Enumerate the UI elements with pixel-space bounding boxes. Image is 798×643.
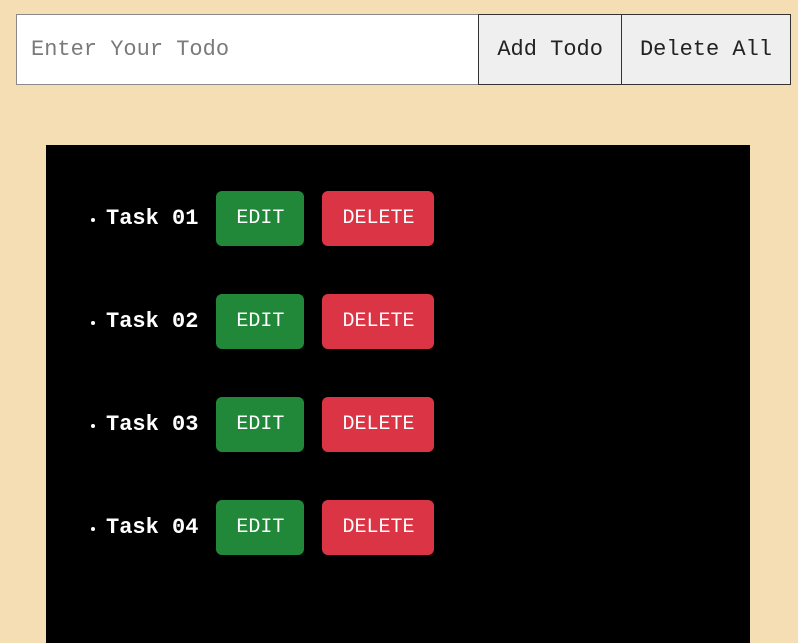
task-label: Task 01	[106, 206, 198, 231]
todo-list-panel: Task 01EDITDELETETask 02EDITDELETETask 0…	[46, 145, 750, 643]
delete-all-button[interactable]: Delete All	[621, 14, 791, 85]
todo-list: Task 01EDITDELETETask 02EDITDELETETask 0…	[106, 191, 750, 555]
delete-button[interactable]: DELETE	[322, 191, 434, 246]
todo-item: Task 03 EDIT DELETE	[106, 397, 750, 452]
input-bar: Add Todo Delete All	[16, 14, 791, 85]
edit-button[interactable]: EDIT	[216, 294, 304, 349]
edit-button[interactable]: EDIT	[216, 500, 304, 555]
add-todo-button[interactable]: Add Todo	[478, 14, 622, 85]
todo-item: Task 04 EDIT DELETE	[106, 500, 750, 555]
delete-button[interactable]: DELETE	[322, 294, 434, 349]
delete-button[interactable]: DELETE	[322, 397, 434, 452]
edit-button[interactable]: EDIT	[216, 397, 304, 452]
todo-item: Task 02 EDIT DELETE	[106, 294, 750, 349]
todo-item-row: Task 03 EDIT DELETE	[106, 397, 750, 452]
task-label: Task 02	[106, 309, 198, 334]
todo-item-row: Task 01 EDIT DELETE	[106, 191, 750, 246]
todo-input[interactable]	[16, 14, 479, 85]
delete-button[interactable]: DELETE	[322, 500, 434, 555]
task-label: Task 04	[106, 515, 198, 540]
todo-item-row: Task 04 EDIT DELETE	[106, 500, 750, 555]
edit-button[interactable]: EDIT	[216, 191, 304, 246]
task-label: Task 03	[106, 412, 198, 437]
todo-item: Task 01 EDIT DELETE	[106, 191, 750, 246]
todo-item-row: Task 02 EDIT DELETE	[106, 294, 750, 349]
